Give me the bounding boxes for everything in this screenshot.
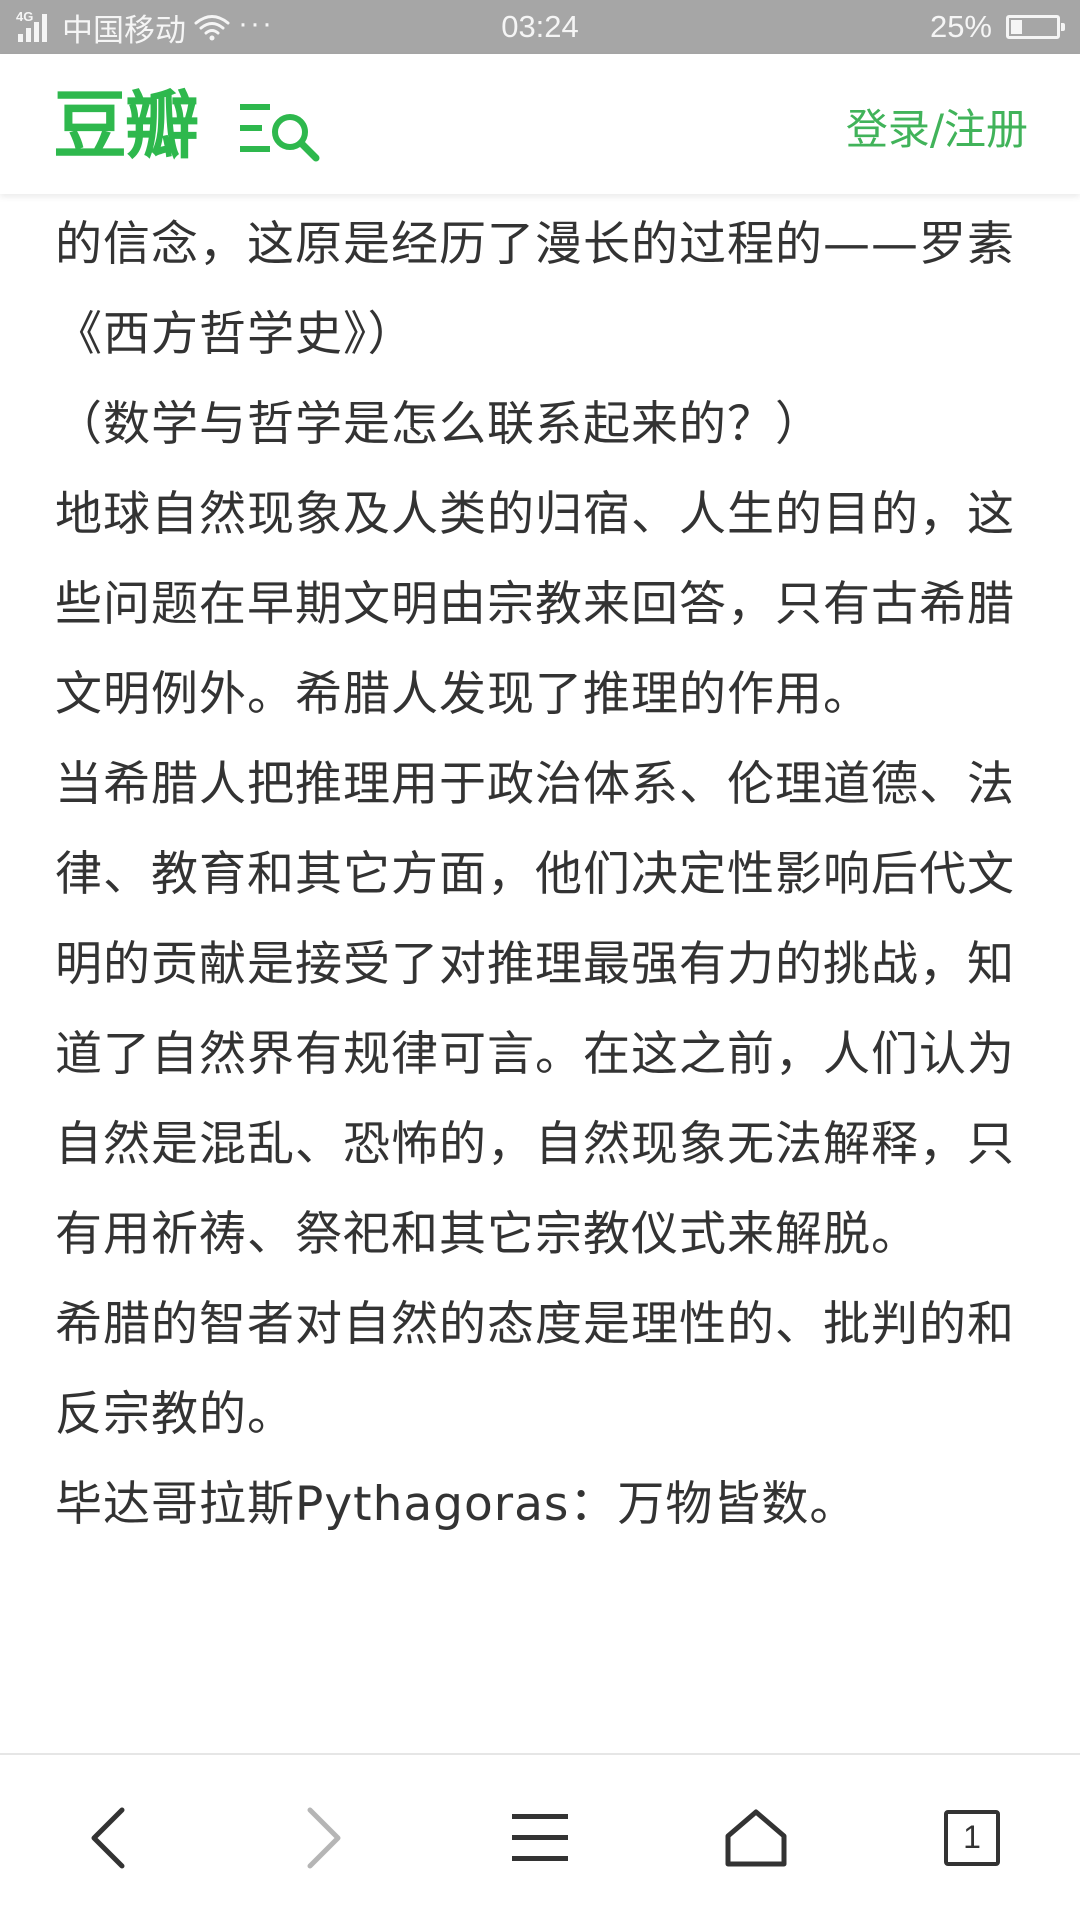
forward-button[interactable] — [216, 1755, 432, 1920]
status-bar: 4G 中国移动 ··· 03:24 25% — [0, 0, 1080, 54]
login-register-link[interactable]: 登录/注册 — [846, 98, 1028, 162]
tabs-icon: 1 — [944, 1809, 1000, 1866]
forward-icon — [307, 1807, 341, 1868]
paragraph: 毕达哥拉斯Pythagoras：万物皆数。 — [55, 1477, 858, 1532]
menu-icon — [512, 1813, 568, 1861]
tabs-button[interactable]: 1 — [864, 1755, 1080, 1920]
menu-button[interactable] — [432, 1755, 648, 1920]
status-time: 03:24 — [501, 9, 579, 44]
paragraph: 当希腊人把推理用于政治体系、伦理道德、法律、教育和其它方面，他们决定性影响后代文… — [55, 757, 1015, 1262]
douban-logo[interactable]: 豆瓣 — [53, 86, 199, 166]
paragraph: （数学与哲学是怎么联系起来的？） — [55, 397, 823, 452]
battery-fill — [1011, 20, 1022, 34]
paragraph: 希腊的智者对自然的态度是理性的、批判的和反宗教的。 — [55, 1297, 1015, 1442]
article-content: 的信念，这原是经历了漫长的过程的——罗素《西方哲学史》） （数学与哲学是怎么联系… — [0, 160, 1080, 1753]
search-menu-icon[interactable] — [238, 100, 322, 164]
battery-percent: 25% — [929, 9, 992, 44]
status-right: 25% — [929, 0, 1065, 54]
home-icon — [725, 1809, 787, 1866]
home-button[interactable] — [648, 1755, 864, 1920]
paragraph: 地球自然现象及人类的归宿、人生的目的，这些问题在早期文明由宗教来回答，只有古希腊… — [55, 487, 1015, 722]
tab-count: 1 — [963, 1819, 981, 1855]
back-button[interactable] — [0, 1755, 216, 1920]
browser-bottom-nav: 1 — [0, 1753, 1080, 1920]
paragraph: 的信念，这原是经历了漫长的过程的——罗素《西方哲学史》） — [55, 217, 1015, 362]
article-paragraphs: 的信念，这原是经历了漫长的过程的——罗素《西方哲学史》） （数学与哲学是怎么联系… — [55, 200, 1035, 1550]
site-header: 豆瓣 登录/注册 — [0, 54, 1080, 194]
battery-icon — [1006, 15, 1065, 39]
back-icon — [91, 1807, 125, 1868]
